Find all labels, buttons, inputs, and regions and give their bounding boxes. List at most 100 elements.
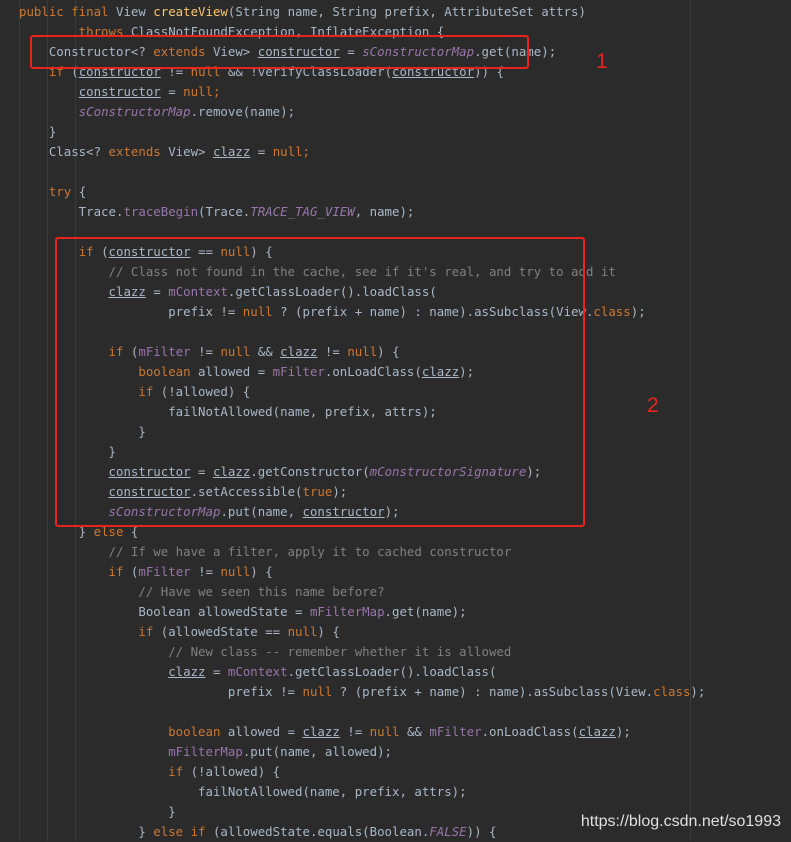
code-line: }	[19, 802, 176, 822]
code-token: .put(name, allowed);	[242, 744, 393, 759]
code-line: try {	[19, 182, 86, 202]
code-line: if (!allowed) {	[19, 762, 280, 782]
code-line: constructor = null;	[19, 82, 221, 102]
code-token: null	[369, 724, 407, 739]
code-token: mFilterMap	[309, 604, 385, 619]
highlight-box-1	[30, 35, 529, 69]
code-token: Boolean allowedState =	[19, 604, 310, 619]
code-token: failNotAllowed(name, prefix, attrs);	[19, 784, 467, 799]
code-token: null	[272, 144, 303, 159]
code-token: mFilter	[429, 724, 482, 739]
code-line: boolean allowed = clazz != null && mFilt…	[19, 722, 631, 742]
code-token: // New class -- remember whether it is a…	[19, 644, 512, 659]
code-line: // If we have a filter, apply it to cach…	[19, 542, 512, 562]
highlight-box-2	[55, 237, 585, 527]
code-token: null	[220, 564, 251, 579]
watermark: https://blog.csdn.net/so1993	[580, 813, 781, 830]
code-token: );	[690, 684, 706, 699]
code-token: clazz	[168, 664, 206, 679]
code-token: TRACE_TAG_VIEW	[250, 204, 355, 219]
code-token: prefix !=	[19, 684, 303, 699]
code-token: .getClassLoader().loadClass(	[287, 664, 497, 679]
code-token: .remove(name);	[190, 104, 296, 119]
annotation-number-2: 2	[647, 394, 659, 417]
code-token: (String name, String prefix, AttributeSe…	[227, 4, 586, 19]
code-token: =	[160, 84, 184, 99]
code-token: (Trace.	[198, 204, 251, 219]
code-token: =	[250, 144, 273, 159]
code-token: class	[653, 684, 691, 699]
code-line: if (allowedState == null) {	[19, 622, 340, 642]
code-token: !=	[190, 564, 221, 579]
code-token: else if	[153, 824, 213, 839]
code-token: =	[205, 664, 228, 679]
code-line: Class<? extends View> clazz = null;	[19, 142, 310, 162]
code-token: Class<?	[19, 144, 109, 159]
code-line: } else if (allowedState.equals(Boolean.F…	[19, 822, 496, 842]
code-token: }	[19, 824, 154, 839]
code-token: View	[115, 4, 154, 19]
code-line: // Have we seen this name before?	[19, 582, 385, 602]
code-token: if	[168, 764, 191, 779]
code-token: // If we have a filter, apply it to cach…	[19, 544, 512, 559]
code-line: if (mFilter != null) {	[19, 562, 273, 582]
code-token: public final	[19, 4, 116, 19]
code-line: sConstructorMap.remove(name);	[19, 102, 295, 122]
code-token: clazz	[212, 144, 251, 159]
code-token: (!allowed) {	[190, 764, 281, 779]
code-token: boolean	[168, 724, 228, 739]
code-line: // New class -- remember whether it is a…	[19, 642, 511, 662]
code-line: Boolean allowedState = mFilterMap.get(na…	[19, 602, 467, 622]
annotation-number-1: 1	[596, 50, 608, 73]
code-token: clazz	[302, 724, 340, 739]
code-token: try	[48, 184, 79, 199]
code-token: );	[615, 724, 631, 739]
code-token: ) {	[250, 564, 273, 579]
code-token: &&	[406, 724, 430, 739]
code-token: (allowedState.equals(Boolean.	[212, 824, 430, 839]
code-token: FALSE	[429, 824, 467, 839]
right-margin-guide	[690, 0, 691, 841]
code-line: }	[19, 122, 56, 142]
code-token: allowed =	[227, 724, 303, 739]
code-token: .onLoadClass(	[481, 724, 579, 739]
code-token: // Have we seen this name before?	[19, 584, 385, 599]
code-token: createView	[153, 4, 228, 19]
code-token: }	[19, 124, 57, 139]
code-line: Trace.traceBegin(Trace.TRACE_TAG_VIEW, n…	[19, 202, 415, 222]
code-token: class	[593, 304, 631, 319]
code-token: if	[108, 564, 131, 579]
code-token: .get(name);	[384, 604, 467, 619]
code-line: failNotAllowed(name, prefix, attrs);	[19, 782, 467, 802]
code-token: ;	[212, 84, 221, 99]
code-line: mFilterMap.put(name, allowed);	[19, 742, 392, 762]
code-token: if	[138, 624, 161, 639]
code-token: mFilterMap	[168, 744, 243, 759]
code-token: ;	[302, 144, 310, 159]
code-token: clazz	[578, 724, 616, 739]
code-token: null	[287, 624, 318, 639]
code-editor[interactable]: public final View createView(String name…	[0, 0, 791, 841]
code-token: mContext	[227, 664, 288, 679]
code-token: mFilter	[138, 564, 191, 579]
code-token: (allowedState ==	[160, 624, 288, 639]
code-token: ) {	[317, 624, 340, 639]
code-token: {	[78, 184, 87, 199]
code-token: )) {	[466, 824, 497, 839]
code-token: constructor	[78, 84, 161, 99]
code-token: }	[19, 804, 176, 819]
code-token: ? (prefix + name) : name).asSubclass(Vie…	[339, 684, 654, 699]
code-token: !=	[339, 724, 370, 739]
code-token: traceBegin	[123, 204, 199, 219]
code-token: extends	[108, 144, 169, 159]
code-line: clazz = mContext.getClassLoader().loadCl…	[19, 662, 496, 682]
code-line: public final View createView(String name…	[19, 2, 586, 22]
code-token: null	[302, 684, 340, 699]
